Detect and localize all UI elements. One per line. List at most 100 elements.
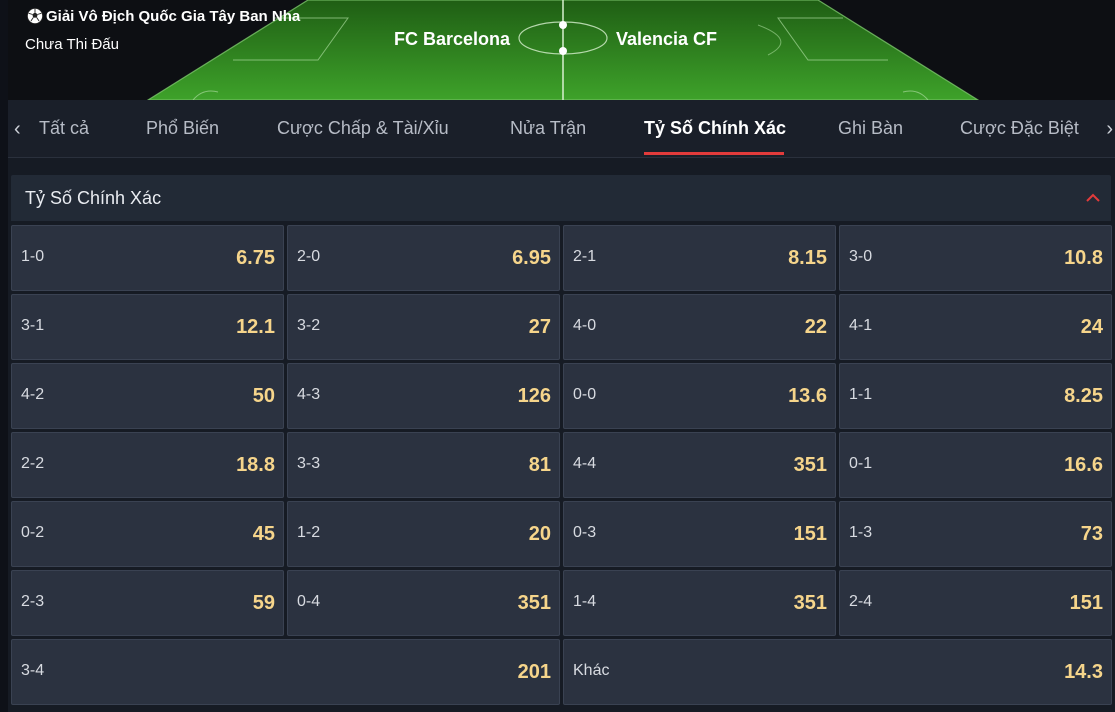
odds-value: 151 xyxy=(1069,592,1103,614)
odds-value: 73 xyxy=(1080,523,1103,545)
odds-cell[interactable]: 1-2 20 xyxy=(287,501,560,567)
score-label: 4-2 xyxy=(21,386,45,403)
odds-cell[interactable]: 3-2 27 xyxy=(287,294,560,360)
odds-value: 351 xyxy=(793,454,827,476)
score-label: 3-2 xyxy=(297,317,321,334)
score-label: 4-3 xyxy=(297,386,321,403)
score-label: 2-2 xyxy=(21,455,45,472)
odds-cell[interactable]: 2-4 151 xyxy=(839,570,1112,636)
odds-value: 16.6 xyxy=(1064,454,1103,476)
score-label: 1-1 xyxy=(849,386,873,403)
score-label: 4-1 xyxy=(849,317,873,334)
odds-value: 351 xyxy=(793,592,827,614)
league-name: Giải Vô Địch Quốc Gia Tây Ban Nha xyxy=(46,7,301,25)
score-label: 2-3 xyxy=(21,593,45,610)
odds-cell[interactable]: 0-1 16.6 xyxy=(839,432,1112,498)
odds-value: 45 xyxy=(252,523,275,545)
score-label: 0-0 xyxy=(573,386,597,403)
odds-value: 6.75 xyxy=(236,247,275,269)
tab-popular[interactable]: Phổ Biến xyxy=(146,118,219,139)
score-label: 1-4 xyxy=(573,593,597,610)
odds-value: 10.8 xyxy=(1064,247,1103,269)
odds-cell[interactable]: 2-2 18.8 xyxy=(11,432,284,498)
odds-value: 50 xyxy=(252,385,275,407)
score-label: 0-2 xyxy=(21,524,45,541)
active-tab-indicator xyxy=(644,152,784,155)
odds-cell[interactable]: 1-4 351 xyxy=(563,570,836,636)
odds-cell[interactable]: 1-1 8.25 xyxy=(839,363,1112,429)
odds-cell[interactable]: 0-0 13.6 xyxy=(563,363,836,429)
odds-value: 351 xyxy=(517,592,551,614)
odds-cell[interactable]: 4-0 22 xyxy=(563,294,836,360)
odds-cell[interactable]: 1-3 73 xyxy=(839,501,1112,567)
tab-goal-scorer[interactable]: Ghi Bàn xyxy=(838,118,903,139)
odds-value: 151 xyxy=(793,523,827,545)
section-title: Tỷ Số Chính Xác xyxy=(25,188,162,208)
odds-value: 14.3 xyxy=(1064,661,1103,683)
odds-cell[interactable]: 3-0 10.8 xyxy=(839,225,1112,291)
score-label: 2-0 xyxy=(297,248,321,265)
chevron-right-icon[interactable]: › xyxy=(1106,118,1113,141)
score-label: 2-4 xyxy=(849,593,873,610)
odds-cell[interactable]: Khác 14.3 xyxy=(563,639,1112,705)
home-team-name: FC Barcelona xyxy=(393,29,510,49)
league-title: Giải Vô Địch Quốc Gia Tây Ban Nha xyxy=(26,7,300,25)
score-label: Khác xyxy=(573,662,610,679)
score-label: 1-0 xyxy=(21,248,45,265)
tab-all[interactable]: Tất cả xyxy=(39,118,89,139)
odds-cell[interactable]: 2-1 8.15 xyxy=(563,225,836,291)
score-label: 2-1 xyxy=(573,248,597,265)
odds-value: 12.1 xyxy=(236,316,275,338)
odds-cell[interactable]: 0-4 351 xyxy=(287,570,560,636)
tab-specials[interactable]: Cược Đặc Biệt xyxy=(960,118,1079,139)
odds-value: 59 xyxy=(252,592,275,614)
odds-value: 81 xyxy=(528,454,551,476)
score-label: 0-4 xyxy=(297,593,321,610)
chevron-left-icon[interactable]: ‹ xyxy=(14,118,21,141)
score-label: 3-0 xyxy=(849,248,873,265)
odds-cell[interactable]: 4-1 24 xyxy=(839,294,1112,360)
soccer-ball-icon xyxy=(26,7,44,25)
score-label: 3-3 xyxy=(297,455,321,472)
odds-cell[interactable]: 2-3 59 xyxy=(11,570,284,636)
odds-value: 8.15 xyxy=(788,247,827,269)
odds-cell[interactable]: 4-2 50 xyxy=(11,363,284,429)
odds-cell[interactable]: 1-0 6.75 xyxy=(11,225,284,291)
odds-cell[interactable]: 3-4 201 xyxy=(11,639,560,705)
odds-value: 6.95 xyxy=(512,247,551,269)
score-label: 3-1 xyxy=(21,317,45,334)
tab-handicap-over-under[interactable]: Cược Chấp & Tài/Xỉu xyxy=(277,118,449,139)
chevron-up-icon[interactable] xyxy=(1085,191,1101,203)
match-status: Chưa Thi Đấu xyxy=(25,36,119,53)
score-label: 1-2 xyxy=(297,524,321,541)
tab-half-time[interactable]: Nửa Trận xyxy=(510,118,586,139)
away-team-name: Valencia CF xyxy=(616,29,718,49)
page: Giải Vô Địch Quốc Gia Tây Ban Nha Chưa T… xyxy=(0,0,1115,712)
odds-value: 18.8 xyxy=(236,454,275,476)
odds-cell[interactable]: 2-0 6.95 xyxy=(287,225,560,291)
score-label: 1-3 xyxy=(849,524,873,541)
odds-value: 27 xyxy=(528,316,551,338)
left-strip xyxy=(0,0,8,712)
correct-score-section-header[interactable]: Tỷ Số Chính Xác xyxy=(11,175,1111,221)
odds-cell[interactable]: 4-3 126 xyxy=(287,363,560,429)
score-label: 4-4 xyxy=(573,455,597,472)
score-label: 4-0 xyxy=(573,317,597,334)
odds-cell[interactable]: 3-3 81 xyxy=(287,432,560,498)
market-tabs: ‹ Tất cả Phổ Biến Cược Chấp & Tài/Xỉu Nử… xyxy=(8,100,1115,158)
odds-value: 126 xyxy=(517,385,551,407)
odds-cell[interactable]: 0-2 45 xyxy=(11,501,284,567)
odds-value: 24 xyxy=(1080,316,1103,338)
odds-value: 201 xyxy=(517,661,551,683)
odds-cell[interactable]: 3-1 12.1 xyxy=(11,294,284,360)
odds-value: 22 xyxy=(804,316,827,338)
odds-value: 8.25 xyxy=(1064,385,1103,407)
match-header: Giải Vô Địch Quốc Gia Tây Ban Nha Chưa T… xyxy=(8,0,1115,100)
tab-correct-score[interactable]: Tỷ Số Chính Xác xyxy=(644,118,786,139)
score-label: 0-3 xyxy=(573,524,597,541)
score-label: 0-1 xyxy=(849,455,873,472)
odds-cell[interactable]: 0-3 151 xyxy=(563,501,836,567)
odds-value: 13.6 xyxy=(788,385,827,407)
odds-cell[interactable]: 4-4 351 xyxy=(563,432,836,498)
odds-value: 20 xyxy=(528,523,551,545)
